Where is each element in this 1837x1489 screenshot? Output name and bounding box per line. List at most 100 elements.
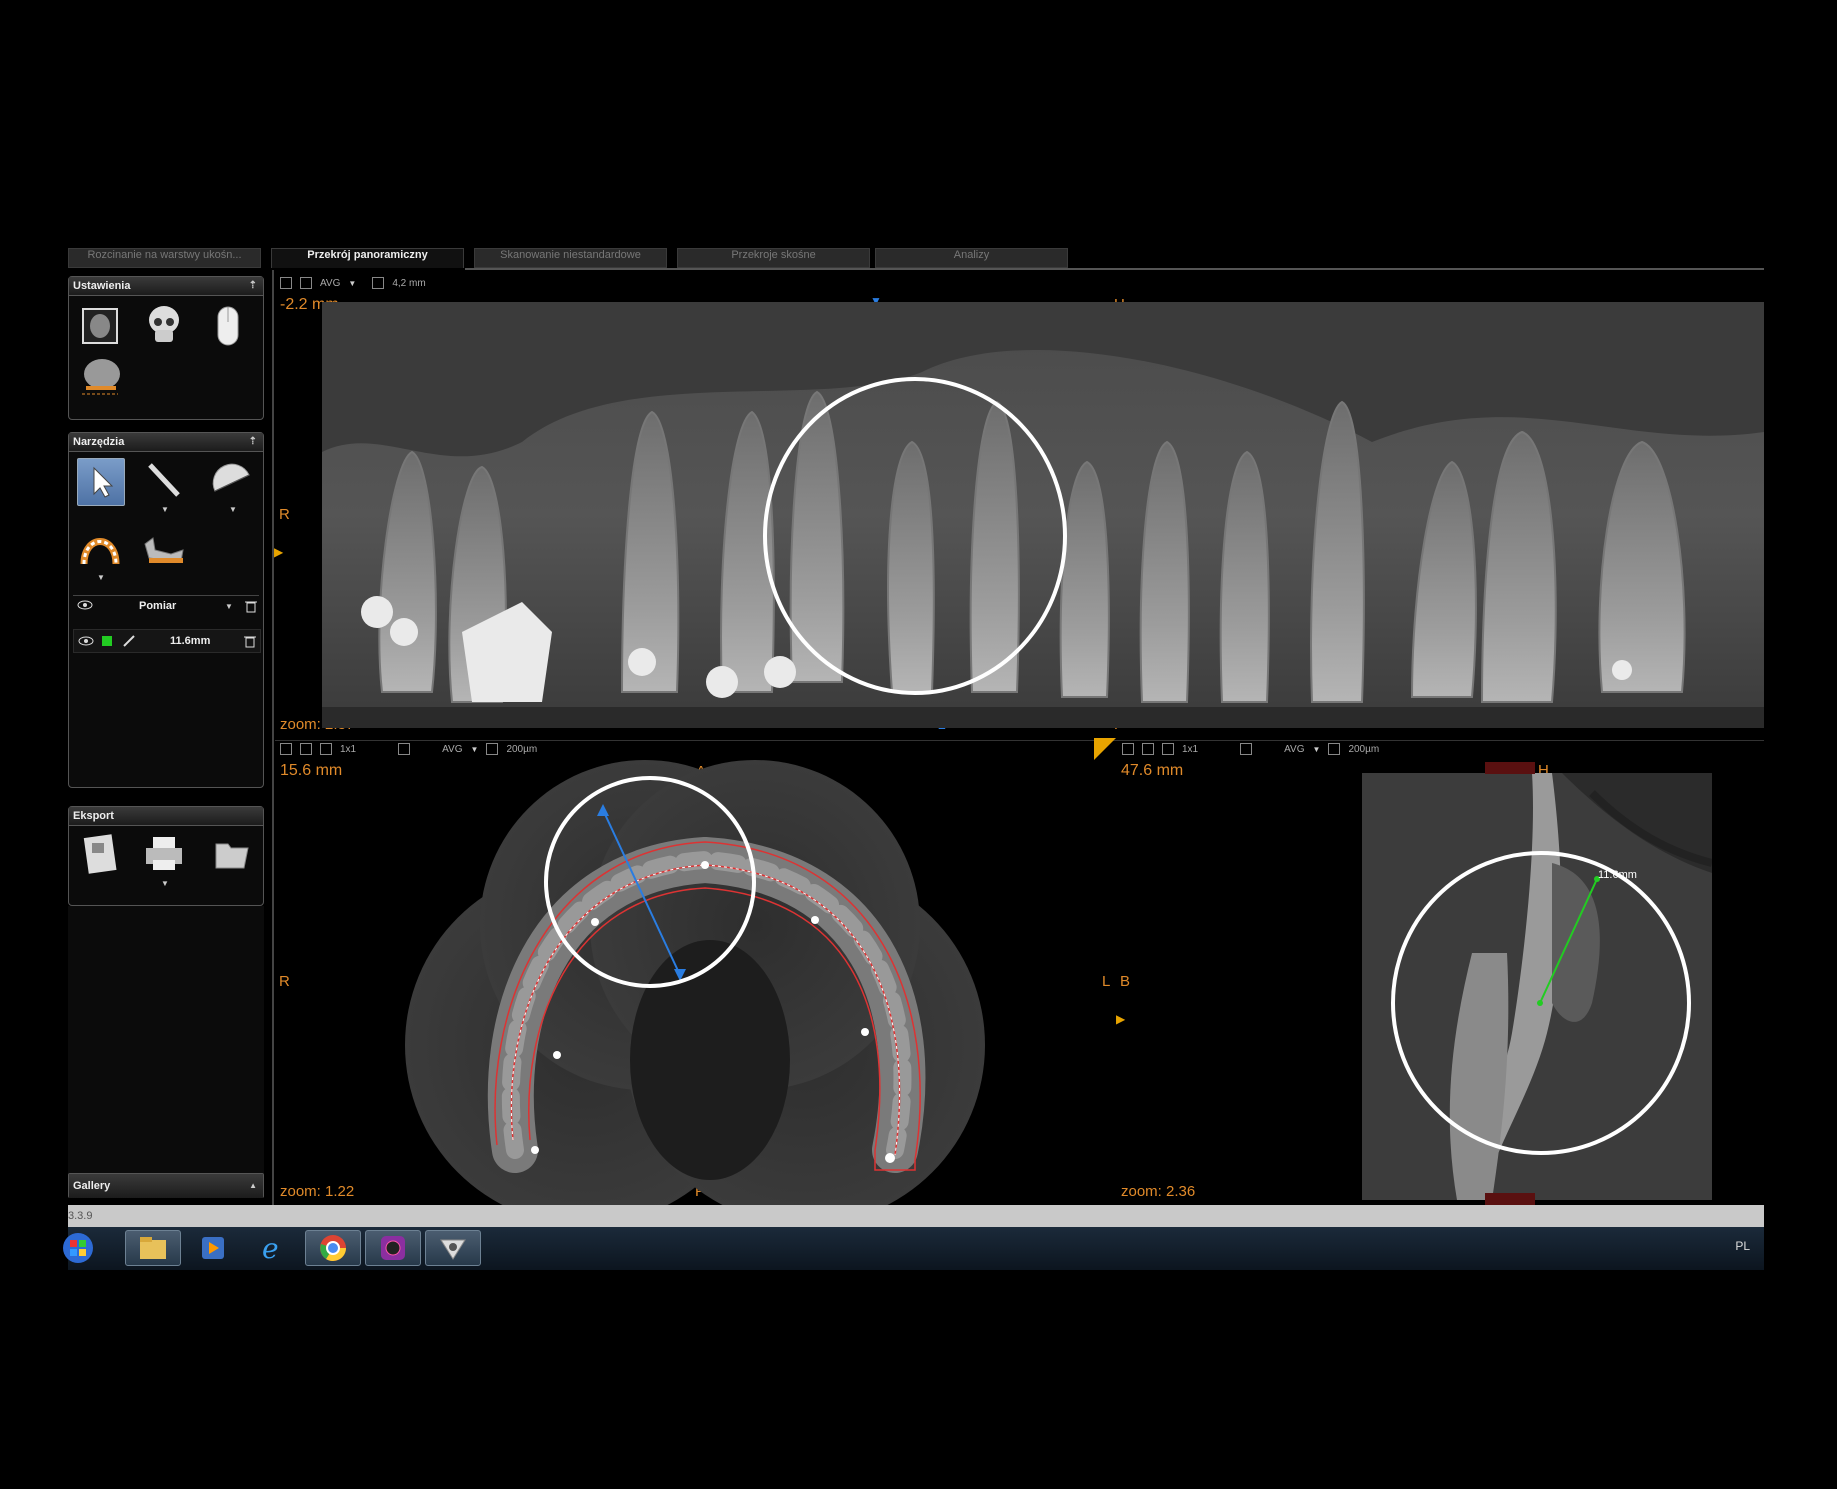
window-icon[interactable] — [320, 743, 332, 755]
ruler-tool-icon[interactable] — [141, 458, 187, 504]
gallery-header[interactable]: Gallery ▲ — [69, 1174, 263, 1198]
language-indicator[interactable]: PL — [1735, 1239, 1750, 1253]
layout-icon[interactable] — [300, 277, 312, 289]
jaw-model-icon[interactable] — [141, 525, 187, 571]
cross-voxel[interactable]: 200µm — [1348, 744, 1379, 755]
skull-3d-icon[interactable] — [141, 303, 187, 349]
pin-icon[interactable]: ⇡ — [249, 277, 257, 295]
view-2d-icon[interactable] — [77, 303, 123, 349]
thickness-icon[interactable] — [372, 277, 385, 289]
highlight-circle-axial — [544, 776, 756, 988]
cross-top-handle[interactable] — [1485, 762, 1535, 774]
folder-icon[interactable] — [209, 831, 255, 877]
cross-grid[interactable]: 1x1 — [1182, 744, 1198, 755]
ceph-skull-icon[interactable] — [77, 355, 123, 401]
eye-icon[interactable] — [77, 599, 93, 614]
tools-title: Narzędzia — [73, 436, 125, 448]
layout-icon[interactable] — [1142, 743, 1154, 755]
measurement-row[interactable]: 11.6mm — [73, 629, 261, 653]
arch-dropdown-icon[interactable]: ▼ — [97, 573, 105, 582]
pointer-tool-icon[interactable] — [77, 458, 125, 506]
pencil-icon[interactable] — [122, 634, 136, 651]
gallery-title: Gallery — [73, 1180, 111, 1192]
pin-icon[interactable]: ⇡ — [249, 433, 257, 451]
window-icon[interactable] — [1162, 743, 1174, 755]
cross-label-b: B — [1120, 973, 1131, 990]
top-thickness[interactable]: 4,2 mm — [392, 278, 425, 289]
measure-type-dropdown-icon[interactable]: ▼ — [225, 602, 233, 611]
trash-icon[interactable] — [244, 634, 256, 651]
axial-label-r: R — [279, 973, 290, 990]
thickness-icon[interactable] — [1328, 743, 1341, 755]
slice-marker-icon[interactable]: ▶ — [1116, 1012, 1125, 1026]
copy-icon[interactable] — [1240, 743, 1253, 755]
dental-app-taskbar-icon[interactable] — [425, 1230, 481, 1266]
ruler-dropdown-icon[interactable]: ▼ — [161, 505, 169, 514]
slice-marker-icon[interactable]: ▶ — [274, 545, 283, 559]
axial-slice-position: 15.6 mm — [280, 762, 343, 779]
report-icon[interactable] — [77, 831, 123, 877]
left-column-bg — [68, 906, 264, 1174]
highlight-circle-cross — [1391, 851, 1691, 1155]
gallery-expand-icon[interactable]: ▲ — [249, 1174, 257, 1198]
measurement-value: 11.6mm — [170, 635, 211, 647]
corner-marker-icon — [1094, 738, 1116, 760]
axial-voxel[interactable]: 200µm — [506, 744, 537, 755]
measure-type-label[interactable]: Pomiar — [139, 600, 176, 612]
dental-arch-icon[interactable] — [77, 525, 123, 571]
axial-zoom: zoom: 1.22 — [280, 1183, 355, 1200]
tools-panel: Narzędzia ⇡ ▼ ▼ ▼ Pomiar ▼ 11.6mm — [68, 432, 264, 788]
ie-taskbar-icon[interactable]: e — [245, 1230, 301, 1266]
app-window: Rozcinanie na warstwy ukośn... Przekrój … — [0, 0, 1837, 1489]
mouse-icon[interactable] — [205, 303, 251, 349]
cross-zoom: zoom: 2.36 — [1121, 1183, 1196, 1200]
cross-view-toolbar: 1x1 AVG ▼ 200µm — [1122, 740, 1379, 758]
cross-bottom-handle[interactable] — [1485, 1193, 1535, 1205]
top-mode[interactable]: AVG — [320, 278, 340, 289]
printer-icon[interactable] — [141, 831, 187, 877]
tab-layer-cut[interactable]: Rozcinanie na warstwy ukośn... — [68, 248, 261, 268]
copy-icon[interactable] — [398, 743, 411, 755]
tab-panoramic[interactable]: Przekrój panoramiczny — [271, 248, 464, 268]
status-bar: 3.3.9 — [68, 1205, 1764, 1227]
tab-oblique[interactable]: Przekroje skośne — [677, 248, 870, 268]
chrome-taskbar-icon[interactable] — [305, 1230, 361, 1266]
measure-color-swatch[interactable] — [102, 636, 112, 646]
mode-dropdown-icon[interactable]: ▼ — [1313, 745, 1321, 754]
tools-panel-header: Narzędzia ⇡ — [69, 433, 263, 452]
angle-dropdown-icon[interactable]: ▼ — [229, 505, 237, 514]
tab-custom-scan[interactable]: Skanowanie niestandardowe — [474, 248, 667, 268]
svg-text:e: e — [262, 1233, 279, 1263]
fit-icon[interactable] — [1122, 743, 1134, 755]
explorer-taskbar-icon[interactable] — [125, 1230, 181, 1266]
tab-bar: Rozcinanie na warstwy ukośn... Przekrój … — [68, 248, 1764, 268]
printer-dropdown-icon[interactable]: ▼ — [161, 879, 169, 888]
axial-mode[interactable]: AVG — [442, 744, 462, 755]
measure-list-header: Pomiar ▼ — [73, 595, 259, 622]
tab-underline — [465, 268, 1764, 270]
layout-icon[interactable] — [300, 743, 312, 755]
trash-icon[interactable] — [245, 599, 257, 616]
taskbar: e PL — [63, 1227, 1764, 1270]
version-label: 3.3.9 — [68, 1210, 93, 1222]
cross-label-l: L — [1102, 973, 1111, 990]
angle-tool-icon[interactable] — [209, 458, 255, 504]
cross-mode[interactable]: AVG — [1284, 744, 1304, 755]
start-button-icon[interactable] — [58, 1230, 98, 1266]
gallery-panel[interactable]: Gallery ▲ — [68, 1173, 264, 1198]
fit-icon[interactable] — [280, 743, 292, 755]
mode-dropdown-icon[interactable]: ▼ — [348, 279, 356, 288]
fit-icon[interactable] — [280, 277, 292, 289]
axial-grid[interactable]: 1x1 — [340, 744, 356, 755]
export-panel: Eksport ▼ — [68, 806, 264, 906]
tab-analysis[interactable]: Analizy — [875, 248, 1068, 268]
top-view-toolbar: AVG ▼ 4,2 mm — [280, 274, 426, 292]
thickness-icon[interactable] — [486, 743, 499, 755]
eye-icon[interactable] — [78, 635, 94, 650]
media-player-taskbar-icon[interactable] — [185, 1230, 241, 1266]
top-label-r: R — [279, 506, 290, 523]
axial-view-toolbar: 1x1 AVG ▼ 200µm — [280, 740, 537, 758]
settings-title: Ustawienia — [73, 280, 131, 292]
mode-dropdown-icon[interactable]: ▼ — [471, 745, 479, 754]
camera-app-taskbar-icon[interactable] — [365, 1230, 421, 1266]
